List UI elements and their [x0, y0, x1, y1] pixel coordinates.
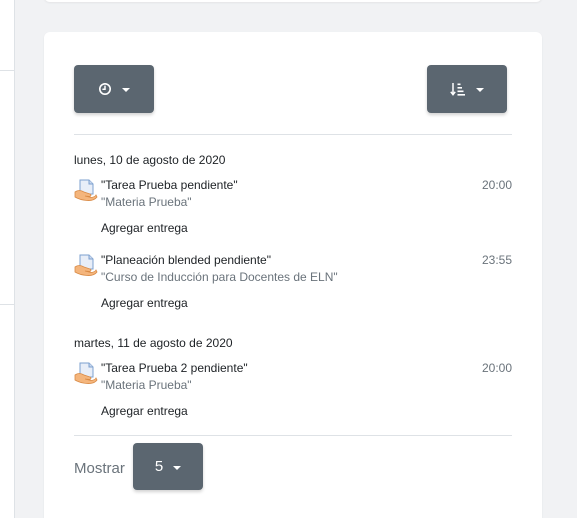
course-name: "Materia Prueba"	[101, 195, 192, 209]
page-size-dropdown[interactable]: 5	[133, 443, 203, 490]
timeline-event: "Tarea Prueba pendiente" "Materia Prueba…	[74, 176, 512, 236]
assignment-icon	[74, 362, 98, 384]
divider	[74, 435, 512, 436]
timeline-event: "Planeación blended pendiente" "Curso de…	[74, 251, 512, 311]
sort-dropdown[interactable]	[427, 65, 507, 113]
event-time: 20:00	[481, 178, 512, 192]
page-size-value: 5	[154, 458, 164, 475]
add-submission-link[interactable]: Agregar entrega	[101, 404, 188, 418]
chevron-down-icon	[476, 88, 484, 92]
sidebar-divider	[0, 304, 14, 305]
chevron-down-icon	[122, 88, 130, 92]
divider	[74, 134, 512, 135]
left-sidebar-edge	[0, 0, 15, 518]
timeline-event: "Tarea Prueba 2 pendiente" "Materia Prue…	[74, 359, 512, 419]
add-submission-link[interactable]: Agregar entrega	[101, 221, 188, 235]
assignment-icon	[74, 254, 98, 276]
date-heading: lunes, 10 de agosto de 2020	[74, 153, 226, 167]
event-time: 23:55	[481, 253, 512, 267]
date-heading: martes, 11 de agosto de 2020	[74, 336, 233, 350]
previous-card-bottom	[44, 0, 542, 2]
assignment-icon	[74, 179, 98, 201]
show-count-label: Mostrar	[74, 460, 125, 477]
sidebar-divider	[0, 70, 14, 71]
timeline-card: lunes, 10 de agosto de 2020 "Tarea Prueb…	[44, 32, 542, 518]
add-submission-link[interactable]: Agregar entrega	[101, 296, 188, 310]
event-title-link[interactable]: "Planeación blended pendiente"	[101, 253, 271, 267]
page: lunes, 10 de agosto de 2020 "Tarea Prueb…	[0, 0, 577, 518]
time-filter-dropdown[interactable]	[74, 65, 154, 113]
event-title-link[interactable]: "Tarea Prueba pendiente"	[101, 178, 238, 192]
event-title-link[interactable]: "Tarea Prueba 2 pendiente"	[101, 361, 248, 375]
course-name: "Curso de Inducción para Docentes de ELN…	[101, 270, 338, 284]
sort-icon	[450, 83, 465, 96]
course-name: "Materia Prueba"	[101, 378, 192, 392]
chevron-down-icon	[173, 465, 182, 470]
clock-icon	[99, 83, 111, 95]
event-time: 20:00	[481, 361, 512, 375]
